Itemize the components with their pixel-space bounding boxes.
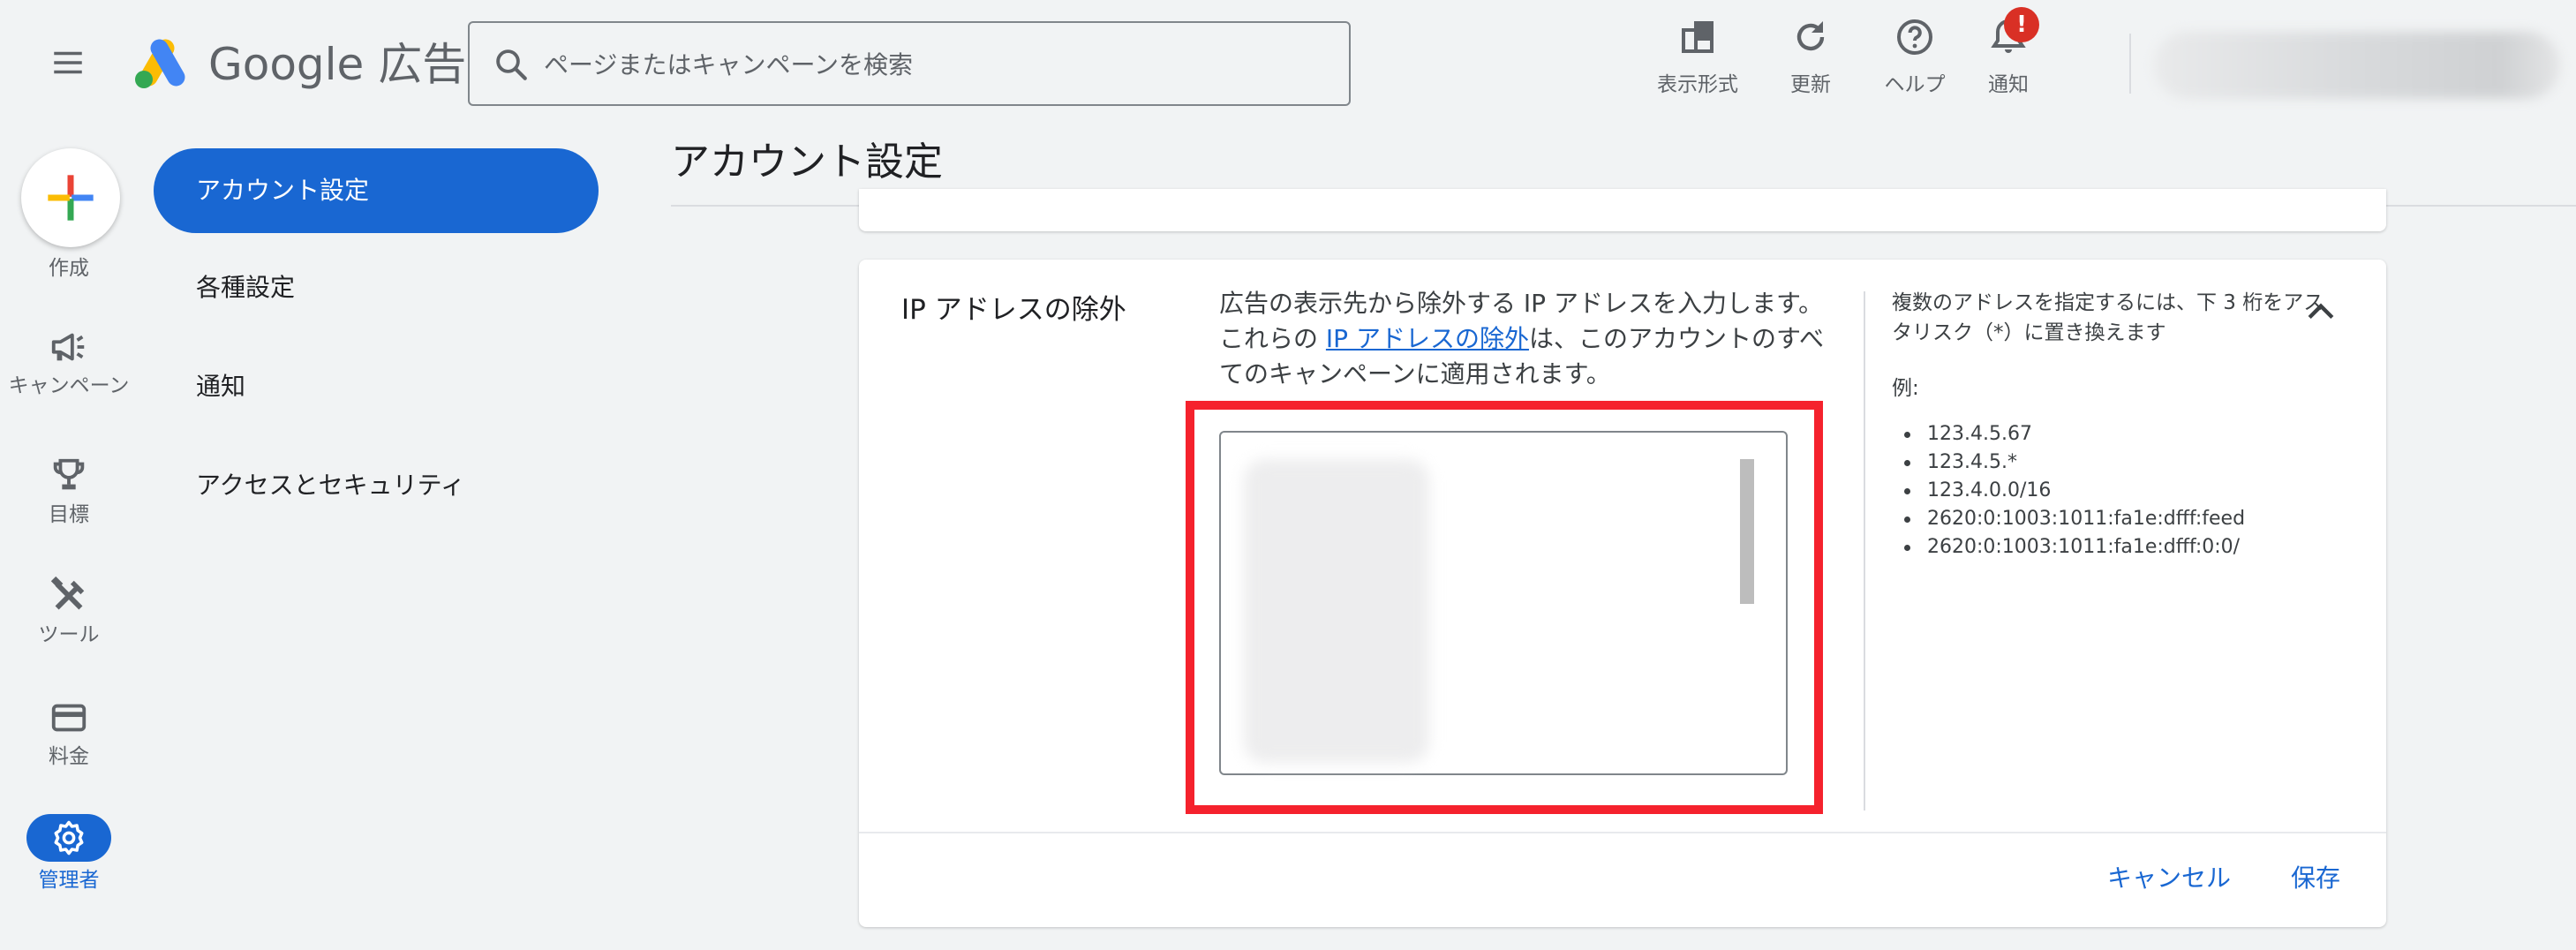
search-input[interactable]	[544, 41, 1321, 88]
display-format-label: 表示形式	[1657, 73, 1738, 96]
rail-item-goals[interactable]: 目標	[0, 456, 138, 528]
list-item: 123.4.0.0/16	[1892, 477, 2266, 505]
admin-active-pill	[26, 814, 111, 862]
top-bar: Google 広告 表示形式 更新 ヘルプ	[0, 0, 2576, 124]
billing-label: 料金	[49, 745, 89, 768]
search-box[interactable]	[468, 21, 1351, 106]
list-item: 2620:0:1003:1011:fa1e:dfff:feed	[1892, 505, 2266, 533]
notifications-button[interactable]: ! 通知	[1981, 7, 2039, 104]
goals-label: 目標	[49, 503, 89, 526]
refresh-icon	[1796, 21, 1825, 51]
save-button[interactable]: 保存	[2291, 856, 2340, 901]
help-text: 複数のアドレスを指定するには、下 3 桁をアスタリスク（*）に置き換えます	[1892, 291, 2324, 344]
display-format-button[interactable]: 表示形式	[1649, 16, 1746, 104]
google-ads-logo-icon[interactable]	[132, 35, 191, 90]
account-switcher[interactable]	[2154, 32, 2560, 99]
plus-icon	[48, 175, 94, 221]
refresh-label: 更新	[1790, 73, 1831, 96]
list-item: 2620:0:1003:1011:fa1e:dfff:0:0/	[1892, 533, 2266, 562]
rail-item-tools[interactable]: ツール	[0, 576, 138, 648]
megaphone-icon	[51, 333, 85, 361]
notification-badge: !	[2004, 7, 2039, 42]
ip-exclusion-card: IP アドレスの除外 広告の表示先から除外する IP アドレスを入力します。これ…	[859, 260, 2386, 927]
help-example-label: 例:	[1892, 377, 1919, 400]
admin-label: 管理者	[38, 869, 100, 892]
create-label: 作成	[49, 257, 89, 280]
help-button[interactable]: ヘルプ	[1877, 16, 1953, 104]
example-list: 123.4.5.67 123.4.5.* 123.4.0.0/16 2620:0…	[1892, 420, 2266, 562]
subnav-item-notifications[interactable]: 通知	[154, 344, 599, 429]
subnav-item-access-security[interactable]: アクセスとセキュリティ	[154, 443, 599, 528]
help-divider	[1864, 291, 1865, 811]
ip-exclusion-link[interactable]: IP アドレスの除外	[1326, 324, 1529, 353]
setting-title: IP アドレスの除外	[901, 294, 1126, 326]
previous-setting-card	[859, 189, 2386, 231]
redacted-ip-content	[1244, 459, 1429, 763]
display-format-icon	[1682, 21, 1714, 53]
credit-card-icon	[51, 704, 87, 732]
brand-name: Google 広告	[208, 39, 467, 90]
menu-icon[interactable]	[49, 44, 87, 81]
help-icon	[1897, 19, 1932, 55]
header-divider	[2129, 34, 2131, 94]
list-item: 123.4.5.67	[1892, 420, 2266, 449]
help-label: ヘルプ	[1884, 73, 1946, 96]
refresh-button[interactable]: 更新	[1780, 16, 1842, 104]
tools-label: ツール	[38, 623, 100, 646]
subnav-item-preferences[interactable]: 各種設定	[154, 245, 599, 330]
gear-icon	[54, 820, 84, 856]
card-footer-divider	[859, 832, 2386, 833]
chevron-up-icon[interactable]	[2301, 293, 2340, 332]
rail-item-billing[interactable]: 料金	[0, 697, 138, 770]
rail-item-admin[interactable]: 管理者	[0, 814, 138, 893]
campaigns-label: キャンペーン	[8, 374, 130, 397]
search-icon	[496, 49, 527, 80]
page-title: アカウント設定	[671, 139, 943, 185]
cancel-button[interactable]: キャンセル	[2107, 856, 2231, 901]
tools-icon	[50, 576, 85, 610]
list-item: 123.4.5.*	[1892, 449, 2266, 477]
rail-item-campaigns[interactable]: キャンペーン	[0, 327, 138, 399]
trophy-icon	[53, 458, 85, 490]
textarea-scrollbar[interactable]	[1740, 459, 1754, 604]
notifications-label: 通知	[1988, 73, 2029, 96]
setting-description: 広告の表示先から除外する IP アドレスを入力します。これらの IP アドレスの…	[1219, 286, 1828, 392]
subnav-item-account-settings[interactable]: アカウント設定	[154, 148, 599, 233]
create-button[interactable]	[21, 148, 120, 247]
